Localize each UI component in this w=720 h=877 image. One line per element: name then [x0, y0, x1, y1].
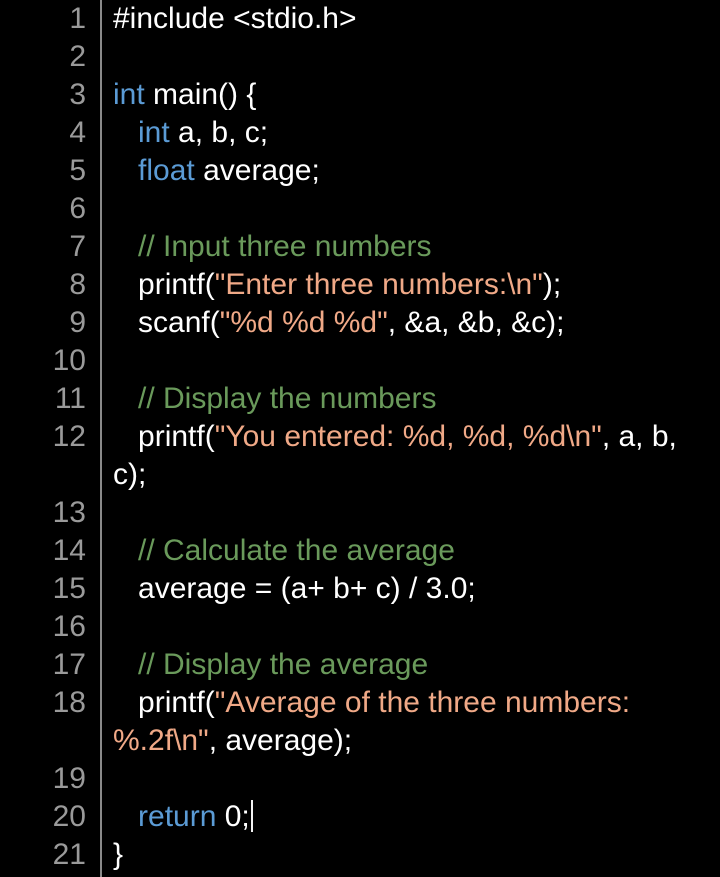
- line-code[interactable]: float average;: [113, 152, 714, 190]
- code-editor[interactable]: 1 #include <stdio.h> 2 3 int main() {4 int a…: [0, 0, 720, 877]
- code-line[interactable]: 11 // Display the numbers: [0, 380, 720, 418]
- code-line[interactable]: 17 // Display the average: [0, 646, 720, 684]
- line-number: 2: [69, 40, 86, 73]
- code-token-comment: // Display the average: [138, 648, 429, 681]
- line-number: 7: [69, 230, 86, 263]
- code-token-plain: a, b, c;: [169, 116, 269, 149]
- line-code[interactable]: average = (a+ b+ c) / 3.0;: [113, 570, 714, 608]
- line-number: 10: [52, 344, 86, 377]
- code-token-keyword: int: [138, 116, 170, 149]
- line-number: 4: [69, 116, 86, 149]
- line-number: 16: [52, 610, 86, 643]
- text-cursor: [250, 800, 253, 832]
- code-line[interactable]: 18 printf("Average of the three numbers:…: [0, 684, 720, 760]
- code-token-plain: 0;: [216, 800, 250, 833]
- line-number: 9: [69, 306, 86, 339]
- line-number: 1: [69, 2, 86, 35]
- code-token-string: "Enter three numbers:\n": [214, 268, 543, 301]
- line-code[interactable]: scanf("%d %d %d", &a, &b, &c);: [113, 304, 714, 342]
- code-token-plain: );: [542, 268, 562, 301]
- line-number: 3: [69, 78, 86, 111]
- line-number: 15: [52, 572, 86, 605]
- code-token-comment: // Input three numbers: [138, 230, 432, 263]
- line-code[interactable]: #include <stdio.h>: [113, 0, 714, 38]
- line-number: 13: [52, 496, 86, 529]
- code-token-plain: average;: [194, 154, 320, 187]
- code-token-plain: , average);: [208, 724, 353, 757]
- code-line[interactable]: 15 average = (a+ b+ c) / 3.0;: [0, 570, 720, 608]
- code-token-plain: }: [113, 838, 124, 871]
- line-code[interactable]: printf("You entered: %d, %d, %d\n", a, b…: [113, 418, 714, 494]
- code-token-keyword: float: [138, 154, 195, 187]
- code-line[interactable]: 12 printf("You entered: %d, %d, %d\n", a…: [0, 418, 720, 494]
- line-code[interactable]: int a, b, c;: [113, 114, 714, 152]
- code-token-pre: #include <stdio.h>: [113, 2, 357, 35]
- code-token-plain: printf(: [113, 686, 215, 719]
- code-line[interactable]: 2: [0, 38, 720, 76]
- line-code[interactable]: // Display the numbers: [113, 380, 714, 418]
- line-number: 5: [69, 154, 86, 187]
- line-number: 14: [52, 534, 86, 567]
- code-token-plain: scanf(: [113, 306, 220, 339]
- line-code[interactable]: // Display the average: [113, 646, 714, 684]
- code-line[interactable]: 10: [0, 342, 720, 380]
- code-token-plain: main() {: [144, 78, 257, 111]
- line-code[interactable]: printf("Enter three numbers:\n");: [113, 266, 714, 304]
- line-number: 21: [52, 838, 86, 871]
- line-number: 19: [52, 762, 86, 795]
- code-token-plain: , &a, &b, &c);: [387, 306, 565, 339]
- code-line[interactable]: 14 // Calculate the average: [0, 532, 720, 570]
- line-number: 6: [69, 192, 86, 225]
- code-token-comment: // Display the numbers: [138, 382, 437, 415]
- code-line[interactable]: 6: [0, 190, 720, 228]
- code-token-comment: // Calculate the average: [138, 534, 455, 567]
- code-token-plain: printf(: [113, 420, 215, 453]
- line-code[interactable]: // Input three numbers: [113, 228, 714, 266]
- code-lines: 1 #include <stdio.h> 2 3 int main() {4 int a…: [0, 0, 720, 874]
- code-line[interactable]: 7 // Input three numbers: [0, 228, 720, 266]
- code-line[interactable]: 3 int main() {: [0, 76, 720, 114]
- code-line[interactable]: 8 printf("Enter three numbers:\n");: [0, 266, 720, 304]
- code-line[interactable]: 13: [0, 494, 720, 532]
- line-code[interactable]: return 0;: [113, 798, 714, 836]
- code-line[interactable]: 9 scanf("%d %d %d", &a, &b, &c);: [0, 304, 720, 342]
- code-line[interactable]: 19: [0, 760, 720, 798]
- code-line[interactable]: 4 int a, b, c;: [0, 114, 720, 152]
- code-token-string: "%d %d %d": [219, 306, 388, 339]
- code-token-plain: average = (a+ b+ c) / 3.0;: [113, 572, 476, 605]
- line-code[interactable]: printf("Average of the three numbers: %.…: [113, 684, 714, 760]
- line-code[interactable]: // Calculate the average: [113, 532, 714, 570]
- line-number: 8: [69, 268, 86, 301]
- code-line[interactable]: 21}: [0, 836, 720, 874]
- code-token-plain: printf(: [113, 268, 215, 301]
- code-token-keyword: return: [138, 800, 217, 833]
- line-number: 17: [52, 648, 86, 681]
- line-number: 20: [52, 800, 86, 833]
- code-token-keyword: int: [113, 78, 145, 111]
- code-line[interactable]: 1 #include <stdio.h>: [0, 0, 720, 38]
- line-number: 12: [52, 420, 86, 453]
- code-line[interactable]: 5 float average;: [0, 152, 720, 190]
- line-number: 18: [52, 686, 86, 719]
- line-code[interactable]: int main() {: [113, 76, 714, 114]
- code-line[interactable]: 20 return 0;: [0, 798, 720, 836]
- code-line[interactable]: 16: [0, 608, 720, 646]
- code-token-string: "You entered: %d, %d, %d\n": [214, 420, 602, 453]
- line-number: 11: [54, 382, 86, 415]
- line-code[interactable]: }: [113, 836, 714, 874]
